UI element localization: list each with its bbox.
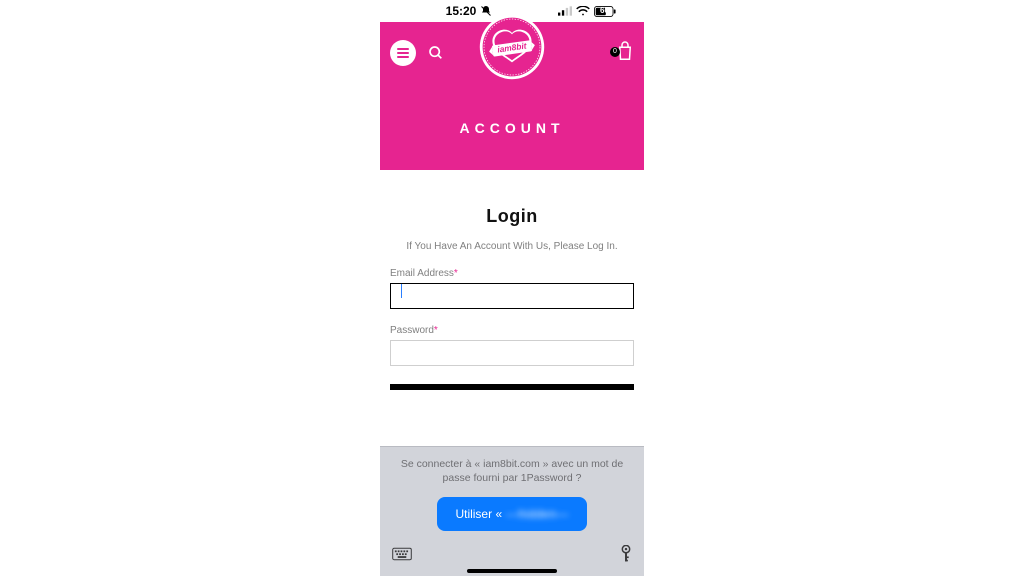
search-icon (428, 45, 444, 61)
password-input[interactable] (390, 340, 634, 366)
login-heading: Login (390, 206, 634, 227)
password-label: Password* (390, 325, 634, 336)
keyboard-switch-icon[interactable] (392, 547, 412, 566)
email-label: Email Address* (390, 268, 634, 279)
search-button[interactable] (428, 45, 444, 61)
autofill-prompt: Se connecter à « iam8bit.com » avec un m… (388, 457, 636, 485)
cart-count-badge: 0 (610, 47, 620, 57)
password-manager-icon[interactable] (620, 545, 632, 568)
site-header: 0 iam8bit ACCOUNT (380, 22, 644, 170)
login-subheading: If You Have An Account With Us, Please L… (390, 241, 634, 252)
autofill-account-hidden: —hidden— (506, 507, 568, 521)
brand-logo[interactable]: iam8bit (477, 12, 547, 82)
email-input[interactable] (390, 283, 634, 309)
home-indicator[interactable] (467, 569, 557, 573)
menu-button[interactable] (390, 40, 416, 66)
autofill-use-button[interactable]: Utiliser « —hidden— (437, 497, 587, 531)
cart-button[interactable]: 0 (616, 41, 634, 66)
autofill-panel: Se connecter à « iam8bit.com » avec un m… (380, 446, 644, 576)
text-caret (401, 284, 402, 298)
cellular-signal-icon (558, 6, 572, 16)
battery-percent: 60 (600, 6, 609, 15)
wifi-icon (576, 6, 590, 16)
page-title: ACCOUNT (380, 120, 644, 136)
phone-frame: 15:20 60 (380, 0, 644, 576)
status-time: 15:20 (446, 4, 477, 18)
submit-button[interactable] (390, 384, 634, 390)
hamburger-icon (397, 48, 409, 58)
battery-icon: 60 (594, 6, 616, 17)
